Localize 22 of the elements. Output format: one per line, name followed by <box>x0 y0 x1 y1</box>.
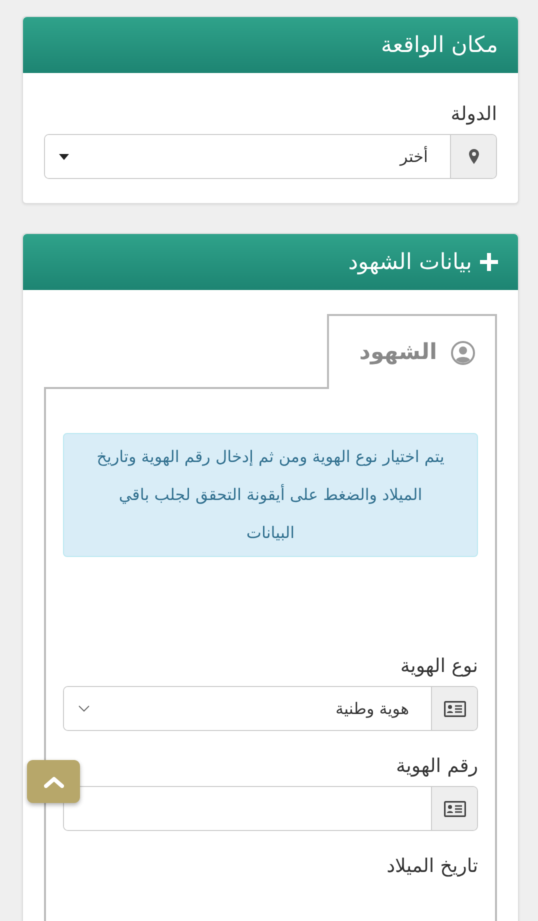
chevron-up-icon <box>44 776 64 788</box>
select-field[interactable]: هوية وطنية <box>63 686 478 731</box>
select-field[interactable]: أختر <box>44 134 497 179</box>
field-label: الدولة <box>450 103 497 125</box>
info-alert: يتم اختيار نوع الهوية ومن ثم إدخال رقم الهوية وتاريخ الميلاد والضغط على أيقونة التحقق لجلب باقي البيانات <box>63 433 478 557</box>
map-pin-icon <box>468 149 478 164</box>
field-label: نوع الهوية <box>399 655 478 677</box>
tab[interactable]: الشهود <box>327 314 497 389</box>
input-field[interactable] <box>63 786 478 831</box>
field-label: تاريخ الميلاد <box>386 855 478 877</box>
field-label: رقم الهوية <box>394 755 478 777</box>
id-card-icon <box>444 800 466 816</box>
id-card-icon <box>444 700 466 716</box>
panel-title: بيانات الشهود <box>348 250 472 274</box>
plus-icon <box>480 253 498 271</box>
caret-down-icon <box>59 154 69 160</box>
user-circle-icon <box>451 340 475 364</box>
selected-value: أختر <box>400 147 428 166</box>
selected-value: هوية وطنية <box>335 699 409 718</box>
panel-title: مكان الواقعة <box>380 32 498 58</box>
scroll-top-button[interactable] <box>27 760 80 803</box>
chevron-down-icon <box>78 705 90 712</box>
